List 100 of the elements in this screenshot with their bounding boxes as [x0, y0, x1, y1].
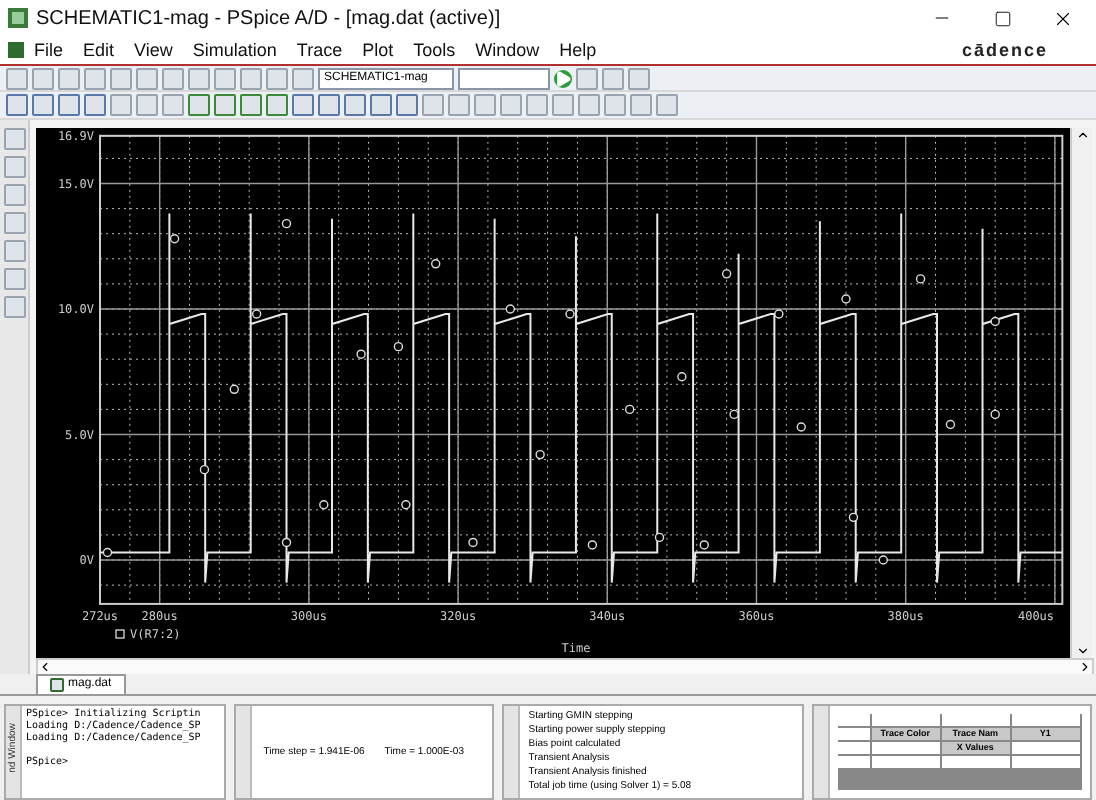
trace-marker: [774, 308, 784, 318]
trace-marker: [401, 499, 411, 509]
menu-item[interactable]: Help: [549, 40, 607, 61]
trace-marker: [319, 499, 329, 509]
trace-marker: [431, 258, 441, 268]
toolbar-icon[interactable]: [448, 93, 470, 116]
toolbar-icon[interactable]: [3, 211, 25, 234]
text-field[interactable]: [458, 67, 550, 90]
trace-marker: [199, 464, 210, 474]
vertical-scrollbar[interactable]: [1070, 127, 1092, 658]
toolbar-icon[interactable]: [240, 67, 262, 90]
menu-item[interactable]: Edit: [73, 40, 125, 61]
toolbar-icon[interactable]: [32, 67, 54, 90]
toolbar-icon[interactable]: [110, 67, 132, 90]
app-icon: [8, 8, 28, 29]
close-icon: [1051, 7, 1073, 30]
document-icon: [8, 42, 24, 59]
scroll-right-icon[interactable]: [1078, 659, 1092, 674]
trace-marker: [535, 449, 545, 459]
menu-item[interactable]: Simulation: [182, 40, 287, 61]
toolbar-icon[interactable]: [3, 239, 25, 262]
toolbar-icon[interactable]: [3, 295, 25, 318]
toolbar-icon[interactable]: [214, 67, 236, 90]
trace-marker: [841, 293, 851, 303]
scroll-left-icon[interactable]: [38, 659, 52, 674]
toolbar-icon[interactable]: [240, 93, 262, 116]
toolbar-icon[interactable]: [3, 183, 25, 206]
trace-marker: [848, 511, 859, 522]
toolbar-icon[interactable]: [110, 93, 132, 116]
toolbar-icon[interactable]: [526, 93, 548, 116]
toolbar-icon[interactable]: [162, 67, 184, 90]
toolbar-icon[interactable]: [6, 93, 28, 116]
toolbar-icon[interactable]: [292, 67, 314, 90]
toolbar-icon[interactable]: [576, 67, 598, 90]
trace-marker: [945, 419, 956, 429]
toolbar-icon[interactable]: [500, 93, 522, 116]
trace-marker: [654, 531, 665, 542]
trace-marker: [565, 308, 575, 318]
toolbar-icon[interactable]: [292, 93, 314, 116]
toolbar-icon[interactable]: [266, 67, 288, 90]
trace-marker: [990, 408, 1000, 419]
toolbar-icon[interactable]: [344, 93, 366, 116]
toolbar-icon[interactable]: [6, 67, 28, 90]
toolbar-icon[interactable]: [162, 93, 184, 116]
toolbar-icon[interactable]: [58, 67, 80, 90]
trace-marker: [677, 371, 687, 381]
trace-marker: [229, 383, 239, 394]
menu-item[interactable]: Trace: [286, 40, 353, 61]
toolbar-icon[interactable]: [188, 93, 210, 116]
trace-marker: [505, 303, 515, 313]
toolbar-icon[interactable]: [630, 93, 652, 116]
scroll-up-icon[interactable]: [1075, 127, 1089, 142]
run-icon[interactable]: [554, 69, 572, 88]
toolbar-icon[interactable]: [136, 93, 158, 116]
toolbar-icon[interactable]: [214, 93, 236, 116]
cadence-logo: cādence: [961, 40, 1048, 61]
trace-marker: [699, 539, 709, 549]
toolbar-icon[interactable]: [84, 67, 106, 90]
legend-marker-icon: [115, 628, 125, 638]
trace-marker: [169, 233, 180, 243]
toolbar-icon[interactable]: [3, 127, 25, 150]
maximize-icon: [993, 9, 1011, 28]
menu-item[interactable]: Tools: [403, 40, 466, 61]
trace-marker: [102, 547, 113, 557]
trace-marker: [281, 536, 292, 547]
document-icon: [50, 678, 64, 692]
toolbar-icon[interactable]: [188, 67, 210, 90]
toolbar-icon[interactable]: [318, 93, 340, 116]
toolbar-icon[interactable]: [474, 93, 496, 116]
menu-item[interactable]: File: [24, 40, 74, 61]
trace-marker: [587, 539, 598, 549]
toolbar-icon[interactable]: [604, 93, 626, 116]
trace-marker: [721, 268, 732, 278]
toolbar-icon[interactable]: [32, 93, 54, 116]
trace-marker: [624, 403, 635, 414]
menu-item[interactable]: Plot: [352, 40, 404, 61]
toolbar-icon[interactable]: [136, 67, 158, 90]
trace-marker: [251, 308, 262, 318]
toolbar-icon[interactable]: [3, 267, 25, 290]
toolbar-icon[interactable]: [602, 67, 624, 90]
trace-marker: [281, 218, 292, 228]
trace-marker: [468, 536, 478, 547]
toolbar-icon[interactable]: [578, 93, 600, 116]
window-title: SCHEMATIC1-mag - PSpice A/D - [mag.dat (active)]: [36, 7, 503, 30]
toolbar-icon[interactable]: [552, 93, 574, 116]
toolbar-icon[interactable]: [3, 155, 25, 178]
toolbar-icon[interactable]: [266, 93, 288, 116]
toolbar-icon[interactable]: [628, 67, 650, 90]
scroll-down-icon[interactable]: [1075, 643, 1089, 658]
toolbar-icon[interactable]: [84, 93, 106, 116]
trace-marker: [729, 408, 739, 419]
trace-marker: [393, 341, 404, 351]
toolbar-icon[interactable]: [396, 93, 418, 116]
menu-item[interactable]: View: [124, 40, 183, 61]
toolbar-icon[interactable]: [58, 93, 80, 116]
toolbar-icon[interactable]: [656, 93, 678, 116]
toolbar-icon[interactable]: [422, 93, 444, 116]
trace-marker: [356, 348, 366, 359]
toolbar-icon[interactable]: [370, 93, 392, 116]
menu-item[interactable]: Window: [465, 40, 550, 61]
